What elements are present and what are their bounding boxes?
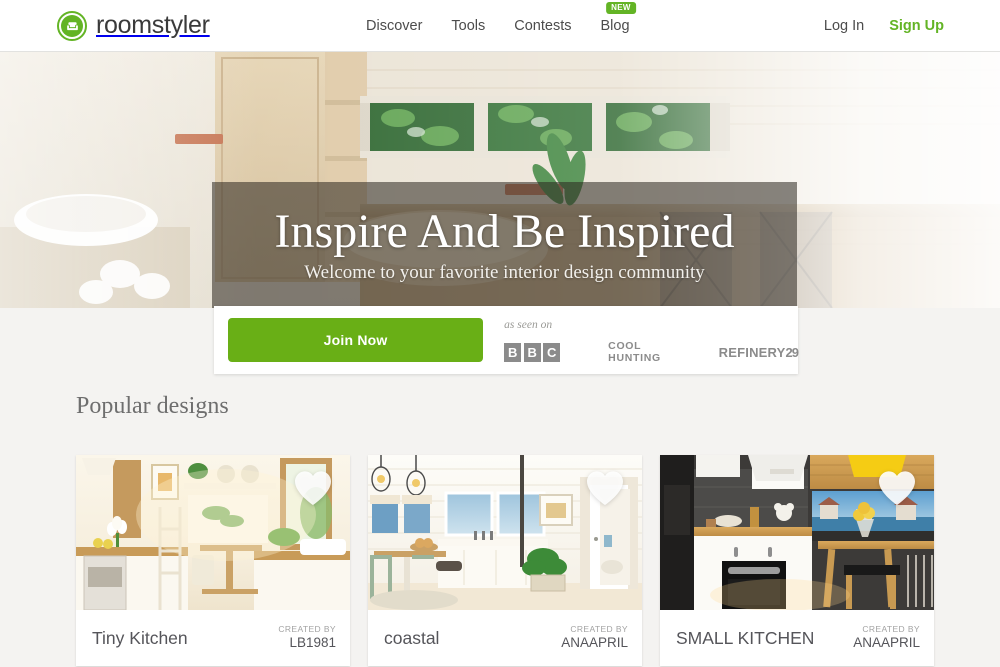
press-mentions: as seen on B B C COOL HUNTING REFINERY29: [504, 306, 800, 374]
account-actions: Log In Sign Up: [824, 0, 944, 52]
refinery29-logo: REFINERY29: [718, 344, 800, 360]
main-nav: Discover Tools Contests NEW Blog: [366, 0, 636, 52]
design-card[interactable]: Tiny Kitchen CREATED BY LB1981: [76, 455, 350, 666]
design-credit: CREATED BY ANAAPRIL: [853, 624, 920, 652]
design-card[interactable]: coastal CREATED BY ANAAPRIL: [368, 455, 642, 666]
design-meta: coastal CREATED BY ANAAPRIL: [368, 610, 642, 666]
heart-icon[interactable]: [292, 468, 334, 508]
join-now-button[interactable]: Join Now: [228, 318, 484, 362]
bbc-letter-2: B: [523, 342, 541, 362]
bbc-letter-1: B: [504, 342, 522, 362]
as-seen-on-label: as seen on: [504, 319, 553, 331]
created-by-label: CREATED BY: [278, 624, 336, 635]
page-title: Popular designs: [76, 393, 229, 419]
nav-item-blog[interactable]: NEW Blog: [600, 2, 636, 34]
bbc-letter-3: C: [543, 342, 561, 362]
design-thumbnail[interactable]: [660, 455, 934, 610]
nav-label-contests: Contests: [514, 18, 572, 34]
design-author[interactable]: ANAAPRIL: [853, 635, 920, 652]
created-by-label: CREATED BY: [570, 624, 628, 635]
popular-designs-grid: Tiny Kitchen CREATED BY LB1981 coastal C…: [76, 455, 934, 666]
nav-item-discover[interactable]: Discover: [366, 18, 422, 34]
nav-label-tools: Tools: [451, 18, 486, 34]
site-header: roomstyler Discover Tools Contests NEW B…: [0, 0, 1000, 52]
design-meta: SMALL KITCHEN CREATED BY ANAAPRIL: [660, 610, 934, 666]
hero-subtitle: Welcome to your favorite interior design…: [304, 262, 705, 284]
hero-caption: Inspire And Be Inspired Welcome to your …: [212, 182, 797, 308]
design-author[interactable]: ANAAPRIL: [561, 635, 628, 652]
signup-cta-panel: Join Now as seen on B B C COOL HUNTING R…: [214, 306, 800, 374]
design-author[interactable]: LB1981: [278, 635, 336, 652]
login-link[interactable]: Log In: [824, 18, 864, 34]
design-title: Tiny Kitchen: [92, 627, 188, 648]
armchair-icon: [57, 10, 87, 41]
hero-title: Inspire And Be Inspired: [274, 204, 735, 258]
design-thumbnail[interactable]: [76, 455, 350, 610]
nav-item-contests[interactable]: Contests: [514, 18, 571, 34]
design-title: SMALL KITCHEN: [676, 627, 815, 648]
bbc-logo: B B C: [504, 342, 561, 362]
logo-home-link[interactable]: roomstyler: [57, 10, 210, 41]
hero-banner: Inspire And Be Inspired Welcome to your …: [0, 52, 1000, 308]
heart-icon[interactable]: [876, 468, 918, 508]
design-credit: CREATED BY LB1981: [278, 624, 336, 652]
new-badge: NEW: [606, 2, 636, 14]
nav-item-tools[interactable]: Tools: [451, 18, 485, 34]
heart-icon[interactable]: [584, 468, 626, 508]
nav-label-blog: Blog: [600, 18, 630, 34]
nav-label-discover: Discover: [366, 18, 423, 34]
refinery-word: REFINERY: [718, 344, 786, 360]
signup-link[interactable]: Sign Up: [889, 18, 944, 34]
logo-wordmark: roomstyler: [96, 11, 210, 39]
refinery-number: 29: [785, 344, 800, 360]
cool-hunting-logo: COOL HUNTING: [608, 340, 661, 364]
design-thumbnail[interactable]: [368, 455, 642, 610]
design-card[interactable]: SMALL KITCHEN CREATED BY ANAAPRIL: [660, 455, 934, 666]
design-credit: CREATED BY ANAAPRIL: [561, 624, 628, 652]
created-by-label: CREATED BY: [862, 624, 920, 635]
design-title: coastal: [384, 627, 440, 648]
design-meta: Tiny Kitchen CREATED BY LB1981: [76, 610, 350, 666]
